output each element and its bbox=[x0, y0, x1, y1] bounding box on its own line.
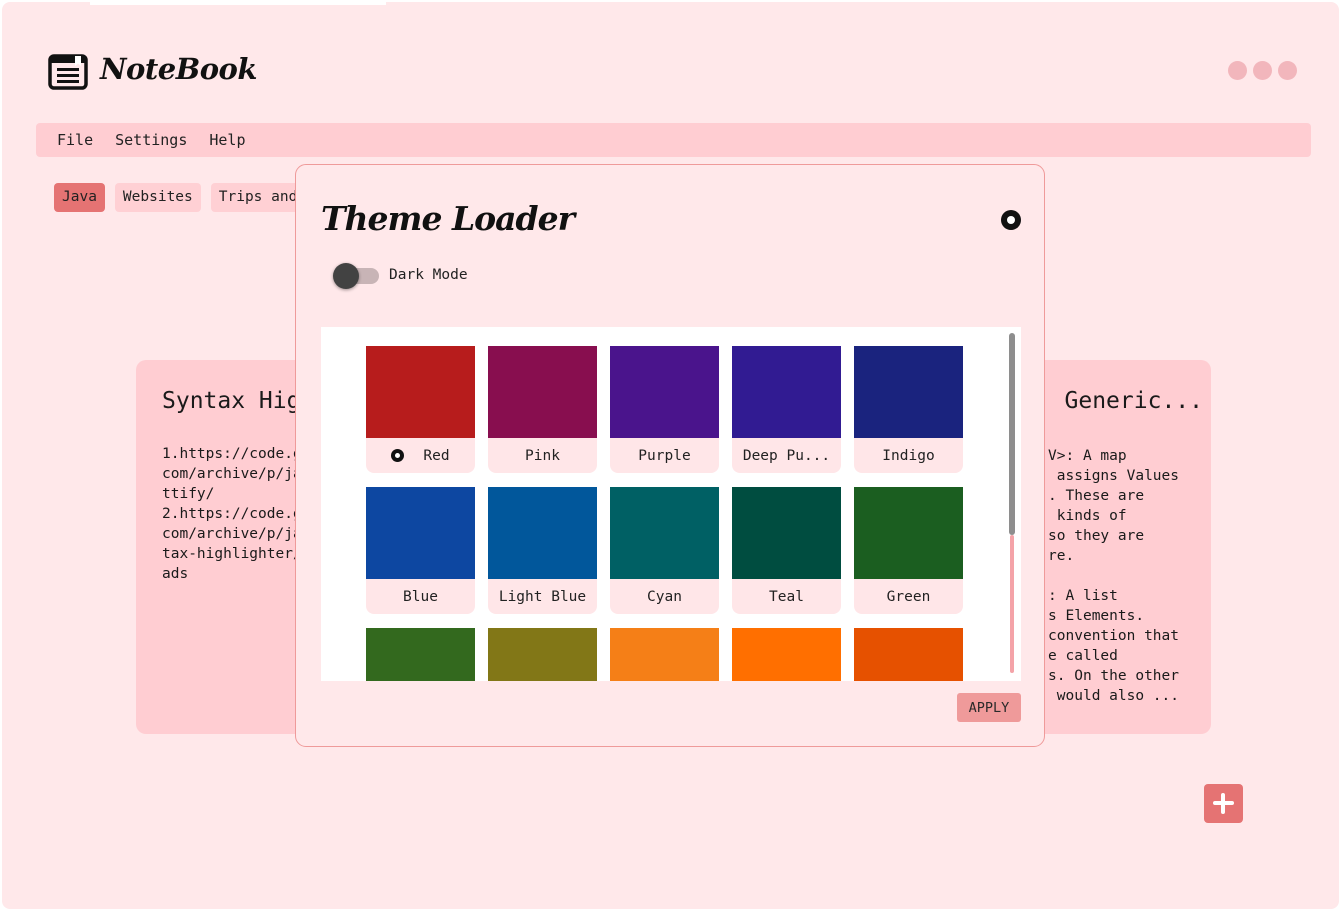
menu-settings[interactable]: Settings bbox=[104, 131, 198, 149]
theme-option[interactable]: Cyan bbox=[610, 487, 719, 614]
theme-option[interactable]: Red bbox=[366, 346, 475, 473]
dialog-title: Theme Loader bbox=[321, 199, 575, 238]
menu-file[interactable]: File bbox=[46, 131, 104, 149]
theme-swatch[interactable] bbox=[366, 628, 475, 681]
apply-button[interactable]: APPLY bbox=[957, 693, 1021, 722]
menu-bar: File Settings Help bbox=[36, 123, 1311, 157]
menu-help[interactable]: Help bbox=[198, 131, 256, 149]
close-window-button[interactable] bbox=[1278, 61, 1297, 80]
theme-option[interactable]: Teal bbox=[732, 487, 841, 614]
theme-swatch[interactable] bbox=[488, 346, 597, 438]
theme-name: Blue bbox=[403, 588, 438, 605]
theme-swatch[interactable] bbox=[732, 628, 841, 681]
theme-swatch[interactable] bbox=[732, 346, 841, 438]
theme-label: Cyan bbox=[610, 579, 719, 614]
theme-loader-dialog: Theme Loader Dark Mode Red Pink Purple Deep… bbox=[295, 164, 1045, 747]
theme-swatch[interactable] bbox=[854, 346, 963, 438]
theme-swatch[interactable] bbox=[732, 487, 841, 579]
theme-option[interactable]: Indigo bbox=[854, 346, 963, 473]
app-title: NoteBook bbox=[100, 52, 258, 86]
theme-option[interactable]: Blue bbox=[366, 487, 475, 614]
dark-mode-toggle[interactable] bbox=[333, 263, 380, 289]
theme-label: Light Blue bbox=[488, 579, 597, 614]
theme-option[interactable] bbox=[488, 628, 597, 681]
theme-label: Blue bbox=[366, 579, 475, 614]
theme-label: Indigo bbox=[854, 438, 963, 473]
maximize-button[interactable] bbox=[1253, 61, 1272, 80]
theme-swatch[interactable] bbox=[366, 346, 475, 438]
theme-label: Deep Pu... bbox=[732, 438, 841, 473]
tab-trips[interactable]: Trips and bbox=[210, 183, 306, 212]
theme-label: Pink bbox=[488, 438, 597, 473]
category-tabs: Java Websites Trips and bbox=[54, 183, 306, 212]
theme-option[interactable]: Purple bbox=[610, 346, 719, 473]
theme-swatch[interactable] bbox=[610, 628, 719, 681]
tab-java[interactable]: Java bbox=[54, 183, 105, 212]
window-controls bbox=[1228, 61, 1297, 80]
note-title: Syntax Hig bbox=[162, 388, 301, 414]
theme-option[interactable] bbox=[854, 628, 963, 681]
theme-option[interactable]: Green bbox=[854, 487, 963, 614]
theme-option[interactable]: Pink bbox=[488, 346, 597, 473]
theme-grid: Red Pink Purple Deep Pu... Indigo Blue Light B… bbox=[366, 346, 963, 681]
theme-option[interactable] bbox=[610, 628, 719, 681]
theme-option[interactable] bbox=[366, 628, 475, 681]
note-title: Generic... bbox=[1064, 388, 1203, 414]
theme-name: Red bbox=[423, 447, 450, 464]
theme-option[interactable] bbox=[732, 628, 841, 681]
note-body: V>: A map assigns Values . These are kin… bbox=[1048, 448, 1179, 704]
theme-palette: Red Pink Purple Deep Pu... Indigo Blue Light B… bbox=[321, 327, 1021, 681]
dark-mode-label: Dark Mode bbox=[389, 267, 468, 283]
theme-swatch[interactable] bbox=[366, 487, 475, 579]
tab-websites[interactable]: Websites bbox=[114, 183, 201, 212]
theme-swatch[interactable] bbox=[854, 628, 963, 681]
theme-name: Green bbox=[886, 588, 931, 605]
note-body: 1.https://code.g com/archive/p/ja ttify/… bbox=[162, 446, 302, 582]
theme-name: Purple bbox=[638, 447, 691, 464]
title-drag-strip bbox=[90, 2, 386, 5]
theme-name: Teal bbox=[769, 588, 804, 605]
minimize-button[interactable] bbox=[1228, 61, 1247, 80]
theme-swatch[interactable] bbox=[854, 487, 963, 579]
theme-label: Purple bbox=[610, 438, 719, 473]
theme-option[interactable]: Deep Pu... bbox=[732, 346, 841, 473]
theme-label: Green bbox=[854, 579, 963, 614]
theme-label: Red bbox=[366, 438, 475, 473]
selected-radio-icon bbox=[391, 449, 405, 462]
theme-swatch[interactable] bbox=[610, 487, 719, 579]
theme-name: Indigo bbox=[882, 447, 935, 464]
theme-name: Cyan bbox=[647, 588, 682, 605]
palette-scrollbar[interactable] bbox=[1009, 333, 1015, 673]
theme-option[interactable]: Light Blue bbox=[488, 487, 597, 614]
theme-swatch[interactable] bbox=[610, 346, 719, 438]
add-note-button[interactable] bbox=[1204, 784, 1243, 823]
theme-swatch[interactable] bbox=[488, 628, 597, 681]
theme-name: Deep Pu... bbox=[742, 447, 831, 464]
theme-swatch[interactable] bbox=[488, 487, 597, 579]
theme-name: Pink bbox=[525, 447, 560, 464]
close-icon[interactable] bbox=[1001, 210, 1021, 230]
scrollbar-thumb[interactable] bbox=[1009, 333, 1015, 535]
notebook-icon bbox=[48, 54, 88, 90]
theme-label: Teal bbox=[732, 579, 841, 614]
theme-name: Light Blue bbox=[498, 588, 587, 605]
